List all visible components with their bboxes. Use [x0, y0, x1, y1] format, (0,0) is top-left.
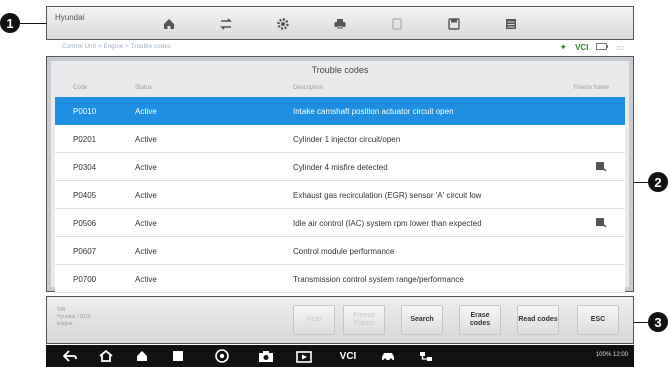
- dtc-description: Control module performance: [293, 247, 395, 256]
- dtc-code: P0700: [73, 275, 97, 284]
- breadcrumb-bar: Control Unit > Engine > Trouble codes ✦ …: [46, 41, 634, 54]
- dtc-description: Cylinder 4 misfire detected: [293, 163, 388, 172]
- save-icon[interactable]: [445, 15, 463, 33]
- screen-record-icon[interactable]: [296, 348, 312, 364]
- freeze-frame-button[interactable]: Freeze Frame: [343, 305, 385, 335]
- vehicle-info-line: Engine: [57, 321, 73, 327]
- dtc-description: Cylinder 1 injector circuit/open: [293, 135, 401, 144]
- recents-icon[interactable]: [170, 348, 186, 364]
- freeze-frame-icon[interactable]: [595, 216, 607, 228]
- esc-button[interactable]: ESC: [577, 305, 619, 335]
- settings-icon[interactable]: [274, 15, 292, 33]
- house-icon[interactable]: [134, 348, 150, 364]
- callout-1-line: [20, 23, 46, 24]
- column-description: Description: [293, 85, 324, 91]
- read-codes-button[interactable]: Read codes: [517, 305, 559, 335]
- table-row[interactable]: P0010 Active Intake camshaft position ac…: [55, 97, 625, 125]
- vci-icon[interactable]: VCI: [336, 348, 360, 364]
- dtc-status: Active: [135, 275, 157, 284]
- table-row[interactable]: P0405 Active Exhaust gas recirculation (…: [55, 181, 625, 209]
- dtc-status: Active: [135, 135, 157, 144]
- table-row[interactable]: P0607 Active Control module performance: [55, 237, 625, 265]
- back-icon[interactable]: [62, 348, 78, 364]
- dtc-status: Active: [135, 163, 157, 172]
- column-status: Status: [135, 85, 153, 91]
- dtc-status: Active: [135, 219, 157, 228]
- freeze-frame-icon[interactable]: [595, 160, 607, 172]
- network-icon[interactable]: [418, 348, 434, 364]
- table-row[interactable]: P0700 Active Transmission control system…: [55, 265, 625, 293]
- table-row[interactable]: P0506 Active Idle air control (IAC) syst…: [55, 209, 625, 237]
- breadcrumb[interactable]: Control Unit > Engine > Trouble codes: [62, 44, 171, 50]
- trouble-code-list: P0010 Active Intake camshaft position ac…: [55, 97, 625, 293]
- dtc-code: P0010: [73, 107, 97, 116]
- vehicle-info: VIN Hyundai / 2015 Engine: [57, 307, 91, 328]
- dtc-status: Active: [135, 191, 157, 200]
- dtc-description: Idle air control (IAC) system rpm lower …: [293, 219, 482, 228]
- dtc-description: Transmission control system range/perfor…: [293, 275, 464, 284]
- dtc-description: Exhaust gas recirculation (EGR) sensor '…: [293, 191, 482, 200]
- car-icon[interactable]: [380, 348, 396, 364]
- table-row[interactable]: P0304 Active Cylinder 4 misfire detected: [55, 153, 625, 181]
- camera-icon[interactable]: [258, 348, 274, 364]
- dtc-code: P0304: [73, 163, 97, 172]
- panel-title: Trouble codes: [311, 65, 369, 75]
- vci-status: VCI: [575, 43, 589, 52]
- function-buttons-bar: VIN Hyundai / 2015 Engine Help Freeze Fr…: [46, 296, 634, 344]
- column-freeze-frame: Freeze frame: [573, 85, 609, 91]
- help-icon[interactable]: [388, 15, 406, 33]
- system-nav-bar: VCI 100% 12:00: [46, 345, 634, 367]
- panel-body: Trouble codes Code Status Description Fr…: [51, 61, 629, 293]
- dtc-code: P0607: [73, 247, 97, 256]
- dtc-code: P0405: [73, 191, 97, 200]
- dtc-code: P0506: [73, 219, 97, 228]
- battery-icon: [596, 43, 609, 52]
- callout-3-line: [634, 322, 648, 323]
- data-logging-icon[interactable]: [502, 15, 520, 33]
- vehicle-info-line: VIN: [57, 307, 66, 313]
- vehicle-swap-icon[interactable]: [217, 15, 235, 33]
- status-area: ✦ VCI ▭: [560, 42, 624, 53]
- vehicle-brand: Hyundai: [55, 13, 85, 22]
- chrome-icon[interactable]: [214, 348, 230, 364]
- erase-codes-button[interactable]: Erase codes: [459, 305, 501, 335]
- dtc-status: Active: [135, 247, 157, 256]
- expand-icon[interactable]: ▭: [616, 43, 624, 52]
- column-code: Code: [73, 85, 88, 91]
- top-toolbar: Hyundai: [46, 6, 634, 40]
- callout-3: 3: [648, 312, 668, 332]
- home-icon[interactable]: [160, 15, 178, 33]
- callout-2-line: [634, 182, 648, 183]
- table-header: Code Status Description Freeze frame: [51, 83, 629, 95]
- dtc-description: Intake camshaft position actuator circui…: [293, 107, 454, 116]
- search-button[interactable]: Search: [401, 305, 443, 335]
- help-button[interactable]: Help: [293, 305, 335, 335]
- callout-1: 1: [0, 13, 20, 33]
- home-icon[interactable]: [98, 348, 114, 364]
- vehicle-info-line: Hyundai / 2015: [57, 314, 91, 320]
- callout-2: 2: [648, 172, 668, 192]
- trouble-codes-panel: Trouble codes Code Status Description Fr…: [46, 56, 634, 293]
- green-gear-icon: ✦: [559, 42, 568, 52]
- table-row[interactable]: P0201 Active Cylinder 1 injector circuit…: [55, 125, 625, 153]
- print-icon[interactable]: [331, 15, 349, 33]
- dtc-status: Active: [135, 107, 157, 116]
- dtc-code: P0201: [73, 135, 97, 144]
- system-status: 100% 12:00: [595, 352, 628, 358]
